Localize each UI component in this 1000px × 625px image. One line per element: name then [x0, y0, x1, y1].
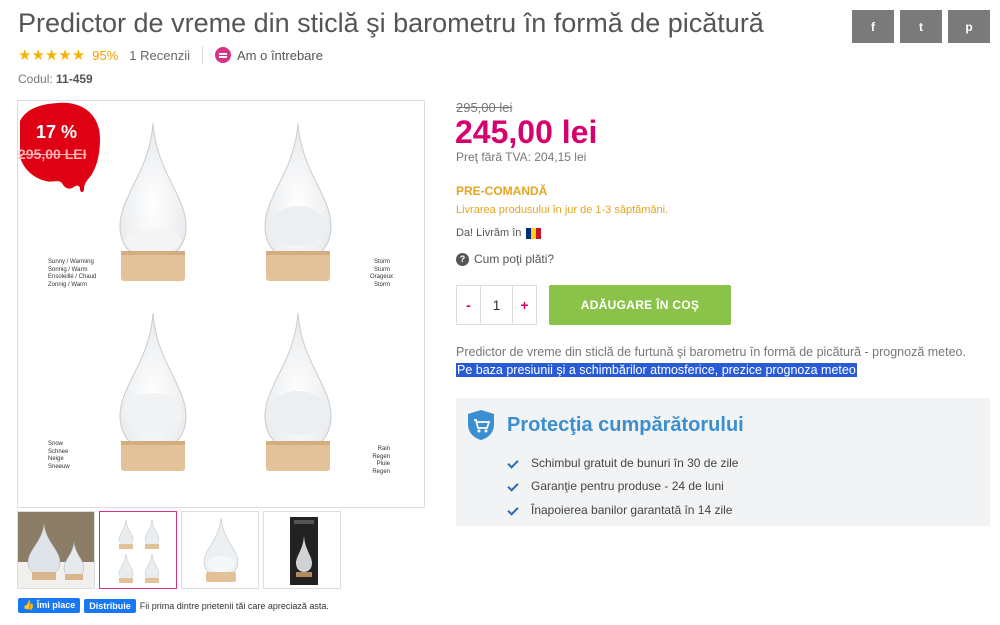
product-code-label: Codul: — [18, 72, 53, 86]
delivery-time: Livrarea produsului în jur de 1-3 săptăm… — [456, 204, 669, 216]
question-icon: ? — [456, 252, 469, 266]
price-without-vat: Preţ fără TVA: 204,15 lei — [456, 150, 587, 164]
quantity-input[interactable]: 1 — [480, 286, 513, 324]
thumbnail-1[interactable] — [17, 511, 95, 589]
check-icon — [508, 481, 518, 491]
romania-flag-icon — [526, 227, 542, 239]
product-code-value: 11-459 — [56, 72, 93, 86]
label-storm: Storm Sturm Orageux Storm — [370, 259, 394, 288]
product-code: Codul: 11-459 — [18, 72, 93, 86]
thumbnail-four-drops-icon — [100, 512, 176, 588]
divider — [201, 46, 203, 64]
shield-cart-icon — [468, 410, 494, 440]
thumbnail-3[interactable] — [181, 511, 259, 589]
check-icon — [508, 505, 518, 515]
label-sunny: Sunny / Warming Sonnig / Warm Ensoleillé… — [48, 259, 97, 288]
protection-item: Schimbul gratuit de bunuri în 30 de zile — [508, 451, 738, 475]
quantity-minus-button[interactable]: - — [457, 286, 480, 324]
check-icon — [508, 458, 518, 468]
badge-old-price: 295,00 LEI — [18, 146, 87, 162]
thumbnail-photo-icon — [18, 512, 94, 588]
pinterest-share-button[interactable]: p — [948, 10, 990, 43]
shipping-text: Da! Livrăm în — [456, 227, 522, 239]
thumbnail-single-drop-icon — [182, 512, 258, 588]
buyer-protection-box: Protecţia cumpărătorului Schimbul gratui… — [456, 398, 990, 526]
thumbnail-2[interactable] — [99, 511, 177, 589]
facebook-share-button-small[interactable]: Distribuie — [84, 598, 136, 613]
facebook-text: Fii prima dintre prietenii tăi care apre… — [139, 600, 329, 611]
facebook-like-button[interactable]: 👍 Îmi place — [18, 598, 81, 613]
payment-info[interactable]: ? Cum poţi plăti? — [456, 252, 554, 266]
main-product-image[interactable]: Sunny / Warming Sonnig / Warm Ensoleillé… — [17, 100, 425, 508]
rating-stars: ★★★★★ — [18, 47, 86, 64]
twitter-share-button[interactable]: t — [900, 10, 942, 43]
label-rain: Rain Regen Pluie Regen — [372, 446, 390, 475]
discount-percent: 17 % — [36, 122, 78, 142]
thumbnail-box-icon — [264, 512, 340, 588]
availability-status: PRE-COMANDĂ — [456, 184, 548, 198]
facebook-share-button[interactable]: f — [852, 10, 894, 43]
quantity-plus-button[interactable]: + — [513, 286, 536, 324]
facebook-icon: f — [871, 19, 875, 34]
protection-list: Schimbul gratuit de bunuri în 30 de zile… — [508, 451, 738, 522]
protection-item: Garanţie pentru produse - 24 de luni — [508, 475, 738, 499]
shipping-info: Da! Livrăm în — [456, 227, 542, 239]
quantity-stepper: - 1 + — [456, 285, 537, 325]
chat-icon — [214, 47, 231, 63]
pinterest-icon: p — [965, 19, 973, 34]
thumbnail-strip — [17, 511, 341, 589]
facebook-row: 👍 Îmi place Distribuie Fii prima dintre … — [18, 598, 329, 613]
rating-percent: 95% — [92, 47, 119, 63]
description-line-2-selected: Pe baza presiunii şi a schimbărilor atmo… — [456, 363, 857, 377]
reviews-link[interactable]: 1 Recenzii — [129, 48, 190, 63]
label-snow: Snow Schnee Neige Sneeuw — [48, 441, 70, 470]
ask-question-link[interactable]: Am o întrebare — [237, 48, 323, 63]
product-title: Predictor de vreme din sticlă şi baromet… — [18, 8, 764, 38]
share-buttons: f t p — [852, 10, 990, 43]
twitter-icon: t — [919, 19, 923, 34]
payment-link[interactable]: Cum poţi plăti? — [474, 252, 554, 266]
protection-title: Protecţia cumpărătorului — [507, 414, 744, 436]
old-price: 295,00 lei — [456, 100, 513, 115]
description-line-1: Predictor de vreme din sticlă de furtună… — [456, 345, 966, 359]
rating-row: ★★★★★ 95% 1 Recenzii Am o întrebare — [18, 46, 323, 64]
add-to-cart-button[interactable]: ADĂUGARE ÎN COŞ — [549, 285, 731, 325]
thumbs-up-icon: 👍 — [23, 600, 35, 610]
thumbnail-4[interactable] — [263, 511, 341, 589]
protection-item: Înapoierea banilor garantată în 14 zile — [508, 498, 738, 522]
current-price: 245,00 lei — [455, 114, 598, 150]
